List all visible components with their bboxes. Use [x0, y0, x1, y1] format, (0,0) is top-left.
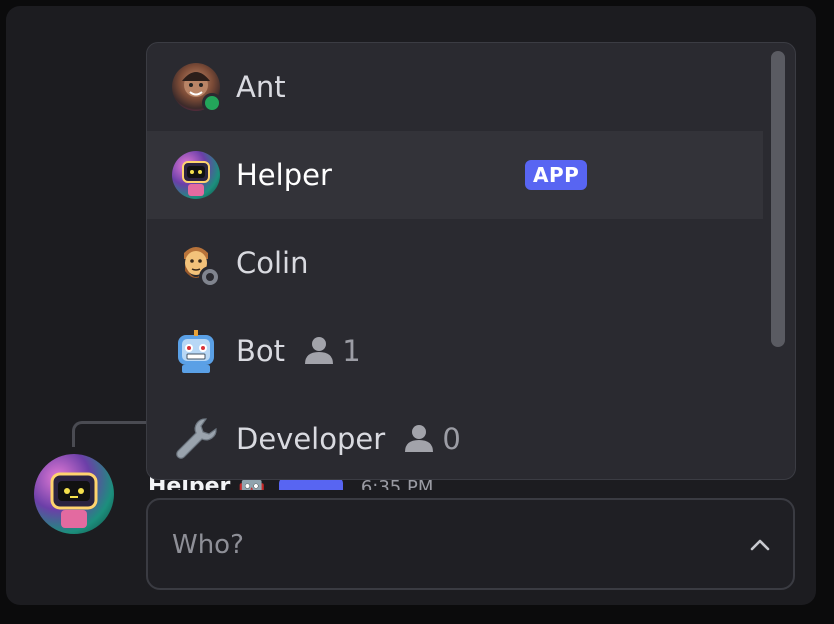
person-icon	[305, 337, 334, 364]
option-label: Developer 0	[236, 419, 461, 459]
user-dropdown-menu: Ant Helper APP Colin Bot 1 Developer 0	[146, 42, 796, 480]
option-label: Helper	[236, 158, 332, 192]
robot-icon	[172, 327, 220, 375]
wrench-icon	[172, 415, 220, 463]
member-count-value: 0	[442, 422, 461, 456]
app-badge: APP	[525, 160, 588, 190]
reply-connector	[72, 421, 152, 447]
option-label: Ant	[236, 70, 286, 104]
role-name: Bot	[236, 334, 286, 368]
option-developer[interactable]: Developer 0	[147, 395, 763, 479]
option-label: Bot 1	[236, 331, 361, 371]
offline-status-icon	[202, 269, 218, 285]
select-placeholder: Who?	[172, 530, 244, 560]
user-avatar	[172, 151, 220, 199]
option-helper[interactable]: Helper APP	[147, 131, 763, 219]
option-colin[interactable]: Colin	[147, 219, 763, 307]
member-count: 1	[304, 331, 361, 371]
message-author-avatar[interactable]	[34, 454, 114, 534]
option-ant[interactable]: Ant	[147, 43, 763, 131]
person-icon	[405, 425, 434, 452]
option-bot[interactable]: Bot 1	[147, 307, 763, 395]
role-name: Developer	[236, 422, 386, 456]
chevron-up-icon[interactable]	[749, 534, 771, 556]
option-label: Colin	[236, 246, 309, 280]
online-status-icon	[202, 93, 222, 113]
scrollbar-thumb[interactable]	[771, 51, 785, 347]
member-count: 0	[404, 419, 461, 459]
who-select[interactable]: Who?	[146, 498, 795, 590]
member-count-value: 1	[342, 334, 361, 368]
